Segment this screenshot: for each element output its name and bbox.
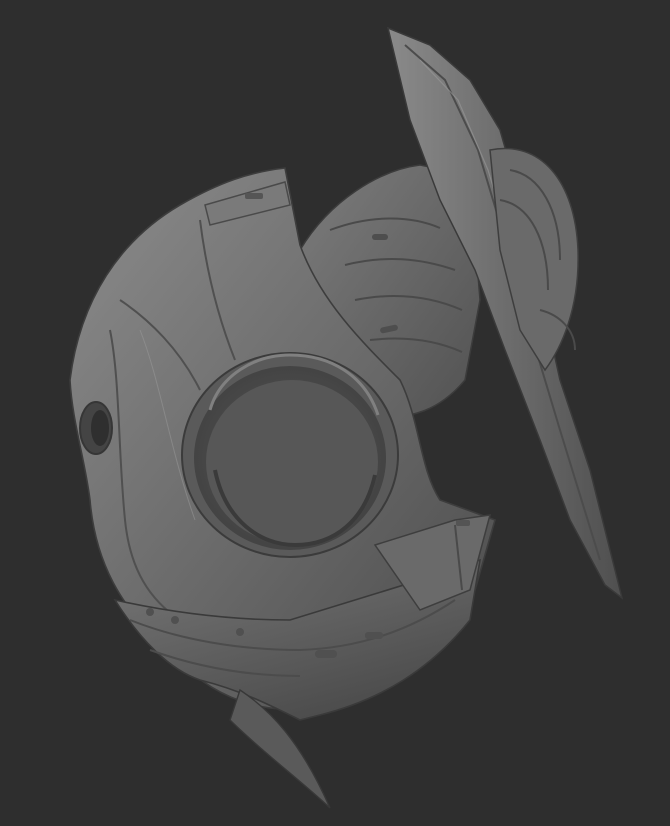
face-opening <box>181 352 399 558</box>
helmet-sculpt-render <box>69 26 624 809</box>
sculpt-viewport[interactable] <box>0 0 670 826</box>
